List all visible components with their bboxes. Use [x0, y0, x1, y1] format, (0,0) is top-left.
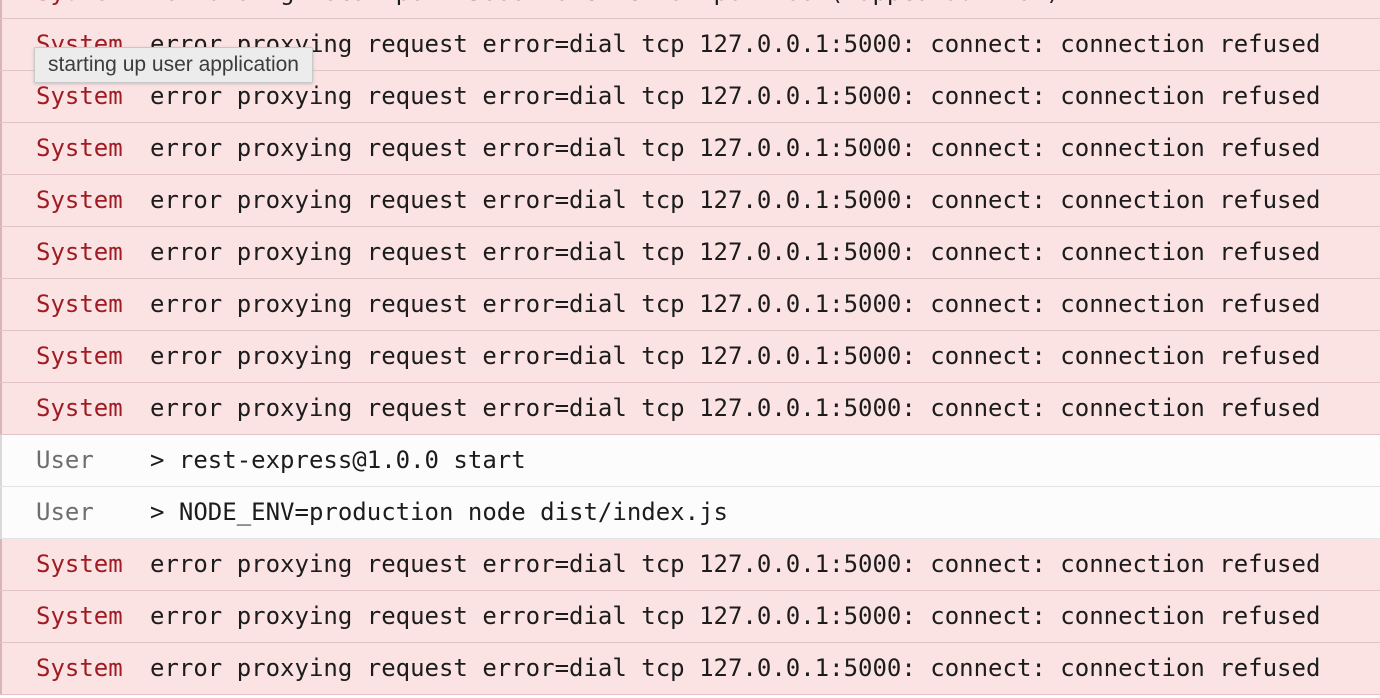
log-message: error proxying request error=dial tcp 12…: [150, 602, 1321, 630]
log-message: error proxying request error=dial tcp 12…: [150, 82, 1321, 110]
log-source: System: [36, 134, 123, 162]
log-row[interactable]: System error proxying request error=dial…: [0, 227, 1380, 279]
log-message: error proxying request error=dial tcp 12…: [150, 30, 1321, 58]
log-row[interactable]: System error proxying request error=dial…: [0, 175, 1380, 227]
row-gutter: [0, 383, 2, 434]
log-message: error proxying request error=dial tcp 12…: [150, 238, 1321, 266]
log-source: System: [36, 0, 123, 18]
row-gutter: [0, 0, 2, 18]
log-row[interactable]: System error proxying request error=dial…: [0, 539, 1380, 591]
log-message: > rest-express@1.0.0 start: [150, 446, 526, 474]
log-row[interactable]: System error proxying request error=dial…: [0, 279, 1380, 331]
log-message: error proxying request error=dial tcp 12…: [150, 290, 1321, 318]
log-list: System forwarding local port 5000 to ext…: [0, 0, 1380, 695]
log-row[interactable]: System error proxying request error=dial…: [0, 123, 1380, 175]
log-message: forwarding local port 5000 to external p…: [150, 0, 1060, 18]
log-message: error proxying request error=dial tcp 12…: [150, 394, 1321, 422]
log-message: error proxying request error=dial tcp 12…: [150, 550, 1321, 578]
row-gutter: [0, 279, 2, 330]
log-message: error proxying request error=dial tcp 12…: [150, 134, 1321, 162]
log-source: System: [36, 602, 123, 630]
console-log-view[interactable]: System forwarding local port 5000 to ext…: [0, 0, 1380, 698]
log-source: System: [36, 654, 123, 682]
log-source: System: [36, 394, 123, 422]
row-gutter: [0, 123, 2, 174]
log-row[interactable]: System error proxying request error=dial…: [0, 383, 1380, 435]
log-row[interactable]: System error proxying request error=dial…: [0, 591, 1380, 643]
log-message: > NODE_ENV=production node dist/index.js: [150, 498, 728, 526]
row-gutter: [0, 331, 2, 382]
row-gutter: [0, 19, 2, 70]
row-gutter: [0, 175, 2, 226]
log-source: System: [36, 342, 123, 370]
log-message: error proxying request error=dial tcp 12…: [150, 654, 1321, 682]
row-gutter: [0, 643, 2, 694]
log-row[interactable]: System forwarding local port 5000 to ext…: [0, 0, 1380, 19]
row-gutter: [0, 539, 2, 590]
log-source: System: [36, 238, 123, 266]
hover-tooltip: starting up user application: [34, 47, 313, 83]
log-message: error proxying request error=dial tcp 12…: [150, 342, 1321, 370]
log-message: error proxying request error=dial tcp 12…: [150, 186, 1321, 214]
log-row[interactable]: User > NODE_ENV=production node dist/ind…: [0, 487, 1380, 539]
row-gutter: [0, 487, 2, 538]
row-gutter: [0, 591, 2, 642]
row-gutter: [0, 435, 2, 486]
log-source: User: [36, 446, 94, 474]
log-source: System: [36, 550, 123, 578]
log-row[interactable]: User > rest-express@1.0.0 start: [0, 435, 1380, 487]
log-row[interactable]: System error proxying request error=dial…: [0, 643, 1380, 695]
log-row[interactable]: System error proxying request error=dial…: [0, 331, 1380, 383]
log-source: User: [36, 498, 94, 526]
row-gutter: [0, 227, 2, 278]
log-source: System: [36, 186, 123, 214]
log-source: System: [36, 290, 123, 318]
row-gutter: [0, 71, 2, 122]
